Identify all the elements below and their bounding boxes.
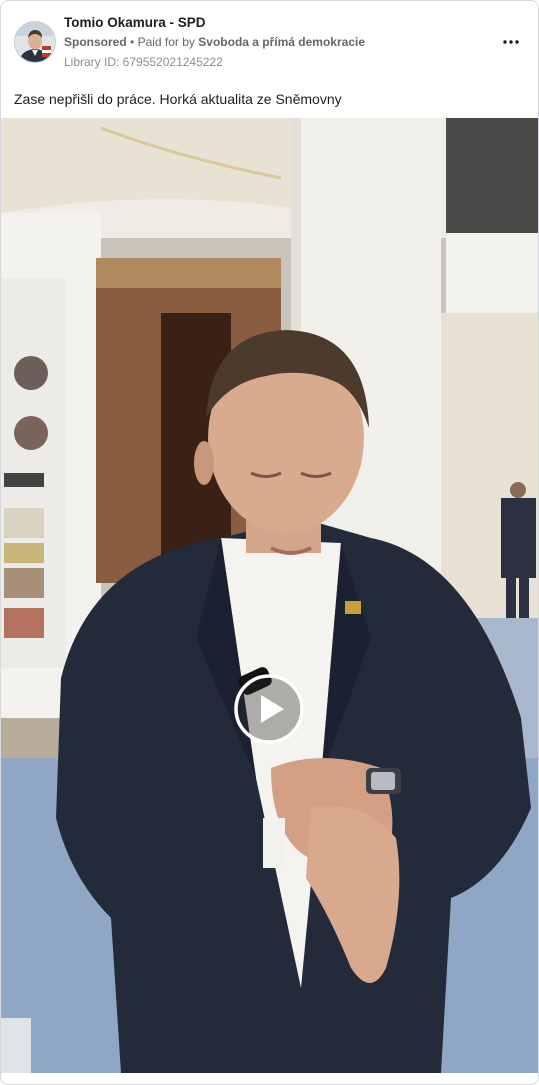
ad-caption: Zase nepřišli do práce. Horká aktualita … (14, 91, 342, 107)
video-thumbnail (1, 118, 538, 1073)
ad-card: Tomio Okamura - SPD Sponsored • Paid for… (0, 0, 539, 1085)
ad-header: Tomio Okamura - SPD Sponsored • Paid for… (1, 1, 538, 81)
avatar-image (15, 22, 55, 62)
more-options-icon (503, 40, 519, 44)
more-options-button[interactable] (498, 29, 524, 55)
video-player[interactable] (1, 118, 538, 1073)
page-name-link[interactable]: Tomio Okamura - SPD (64, 15, 206, 30)
meta-separator: • (130, 35, 135, 49)
play-button[interactable] (234, 674, 304, 744)
paid-for-by-link[interactable]: Svoboda a přímá demokracie (198, 35, 365, 49)
library-id: Library ID: 679552021245222 (64, 55, 223, 69)
play-icon (234, 674, 304, 744)
sponsored-label: Sponsored (64, 35, 127, 49)
sponsored-line: Sponsored • Paid for by Svoboda a přímá … (64, 35, 365, 49)
page-avatar[interactable] (14, 21, 56, 63)
paid-for-prefix: Paid for by (137, 35, 195, 49)
